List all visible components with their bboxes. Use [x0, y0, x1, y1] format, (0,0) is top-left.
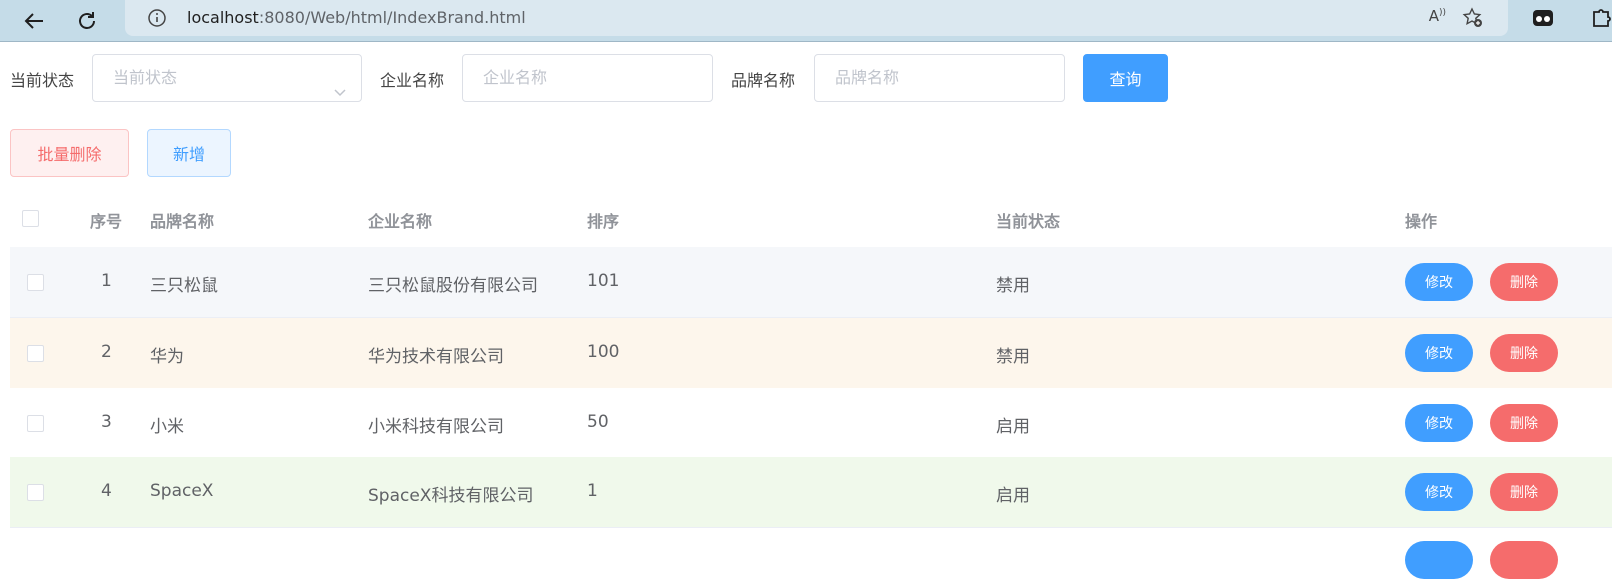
delete-button[interactable]: 删除	[1490, 473, 1558, 511]
header-ordered: 排序	[587, 212, 620, 231]
row-index: 3	[101, 412, 112, 432]
batch-delete-button[interactable]: 批量删除	[10, 129, 129, 177]
delete-button[interactable]: 删除	[1490, 404, 1558, 442]
extensions-puzzle-icon[interactable]	[1590, 6, 1612, 34]
row-ordered: 100	[587, 342, 620, 362]
browser-toolbar: localhost:8080/Web/html/IndexBrand.html …	[0, 0, 1612, 42]
edit-button[interactable]: 修改	[1405, 334, 1473, 372]
row-brand: SpaceX	[150, 481, 214, 501]
company-label: 企业名称	[380, 71, 445, 90]
company-placeholder: 企业名称	[483, 68, 548, 87]
extension-icon[interactable]	[1531, 6, 1555, 34]
edit-button[interactable]: 修改	[1405, 263, 1473, 301]
table-row: 3 小米 小米科技有限公司 50 启用 修改 删除	[10, 388, 1612, 459]
table-row: 1 三只松鼠 三只松鼠股份有限公司 101 禁用 修改 删除	[10, 247, 1612, 318]
status-select[interactable]: 当前状态	[92, 54, 362, 102]
edit-button-partial[interactable]	[1405, 541, 1473, 579]
site-info-icon[interactable]	[147, 8, 167, 32]
header-index: 序号	[90, 212, 123, 231]
row-checkbox[interactable]	[27, 484, 44, 501]
row-checkbox[interactable]	[27, 415, 44, 432]
chevron-down-icon	[333, 71, 347, 117]
back-arrow-icon[interactable]	[19, 6, 49, 36]
row-status: 启用	[996, 417, 1030, 437]
row-status: 启用	[996, 486, 1030, 506]
header-status: 当前状态	[996, 212, 1061, 231]
status-placeholder: 当前状态	[113, 68, 178, 87]
url-text: localhost:8080/Web/html/IndexBrand.html	[187, 8, 526, 27]
edit-button[interactable]: 修改	[1405, 404, 1473, 442]
brand-label: 品牌名称	[731, 71, 796, 90]
address-bar[interactable]: localhost:8080/Web/html/IndexBrand.html …	[125, 0, 1508, 36]
row-company: SpaceX科技有限公司	[368, 486, 534, 506]
row-ordered: 50	[587, 412, 609, 432]
row-checkbox[interactable]	[27, 345, 44, 362]
query-button[interactable]: 查询	[1083, 54, 1168, 102]
row-status: 禁用	[996, 347, 1030, 367]
row-company: 三只松鼠股份有限公司	[368, 276, 538, 296]
row-brand: 华为	[150, 347, 184, 367]
row-company: 小米科技有限公司	[368, 417, 504, 437]
brand-input[interactable]: 品牌名称	[814, 54, 1065, 102]
header-brand: 品牌名称	[150, 212, 215, 231]
reload-icon[interactable]	[72, 6, 102, 36]
brand-placeholder: 品牌名称	[835, 68, 900, 87]
select-all-checkbox[interactable]	[22, 210, 39, 227]
row-ordered: 101	[587, 271, 620, 291]
status-label: 当前状态	[10, 71, 75, 90]
url-host: localhost	[187, 8, 259, 27]
delete-button[interactable]: 删除	[1490, 334, 1558, 372]
delete-button-partial[interactable]	[1490, 541, 1558, 579]
row-brand: 三只松鼠	[150, 276, 218, 296]
table-row-partial	[10, 541, 1612, 579]
url-path: :8080/Web/html/IndexBrand.html	[258, 8, 526, 27]
header-company: 企业名称	[368, 212, 433, 231]
delete-button[interactable]: 删除	[1490, 263, 1558, 301]
row-index: 2	[101, 342, 112, 362]
table-header: 序号 品牌名称 企业名称 排序 当前状态 操作	[10, 185, 1612, 255]
add-button[interactable]: 新增	[147, 129, 231, 177]
header-ops: 操作	[1405, 212, 1438, 231]
company-input[interactable]: 企业名称	[462, 54, 713, 102]
row-checkbox[interactable]	[27, 274, 44, 291]
read-aloud-icon[interactable]: A))	[1429, 7, 1446, 25]
table-row: 4 SpaceX SpaceX科技有限公司 1 启用 修改 删除	[10, 457, 1612, 528]
row-status: 禁用	[996, 276, 1030, 296]
row-ordered: 1	[587, 481, 598, 501]
row-index: 4	[101, 481, 112, 501]
row-index: 1	[101, 271, 112, 291]
add-favorite-icon[interactable]	[1462, 7, 1484, 33]
row-brand: 小米	[150, 417, 184, 437]
edit-button[interactable]: 修改	[1405, 473, 1473, 511]
row-company: 华为技术有限公司	[368, 347, 504, 367]
table-row: 2 华为 华为技术有限公司 100 禁用 修改 删除	[10, 318, 1612, 389]
